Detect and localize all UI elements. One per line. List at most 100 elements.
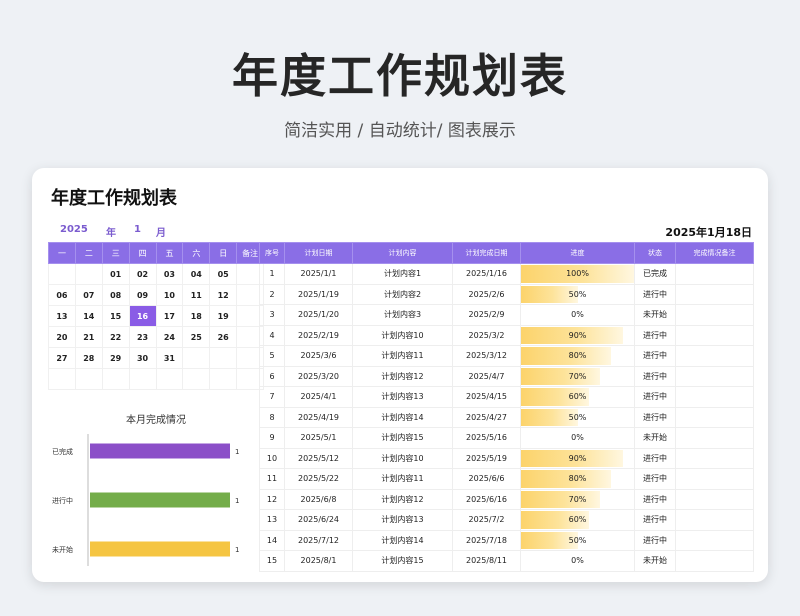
row-number[interactable]: 10 [259,447,285,469]
calendar-day-cell[interactable]: 30 [128,347,157,369]
plan-content[interactable]: 计划内容11 [352,345,453,367]
due-date[interactable]: 2025/4/27 [452,406,521,428]
plan-date[interactable]: 2025/5/22 [284,468,353,490]
row-number[interactable]: 12 [259,488,285,510]
plan-content[interactable]: 计划内容13 [352,386,453,408]
calendar-day-cell[interactable]: 22 [101,326,130,348]
progress-cell[interactable]: 100% [520,263,635,285]
due-date[interactable]: 2025/7/2 [452,509,521,531]
status-cell[interactable]: 进行中 [634,324,676,346]
plan-content[interactable]: 计划内容10 [352,447,453,469]
plan-date[interactable]: 2025/1/20 [284,304,353,326]
note-cell[interactable] [675,509,754,531]
status-cell[interactable]: 未开始 [634,304,676,326]
calendar-day-cell[interactable]: 31 [155,347,184,369]
progress-cell[interactable]: 0% [520,427,635,449]
status-cell[interactable]: 未开始 [634,550,676,572]
plan-date[interactable]: 2025/5/12 [284,447,353,469]
progress-cell[interactable]: 50% [520,529,635,551]
plan-content[interactable]: 计划内容10 [352,324,453,346]
calendar-day-cell[interactable]: 01 [101,263,130,285]
status-cell[interactable]: 进行中 [634,468,676,490]
progress-cell[interactable]: 60% [520,386,635,408]
note-cell[interactable] [675,550,754,572]
progress-cell[interactable]: 50% [520,406,635,428]
calendar-day-cell[interactable]: 17 [155,305,184,327]
note-cell[interactable] [675,468,754,490]
calendar-day-cell[interactable]: 13 [48,305,76,327]
row-number[interactable]: 8 [259,406,285,428]
plan-content[interactable]: 计划内容1 [352,263,453,285]
calendar-day-cell[interactable]: 02 [128,263,157,285]
plan-content[interactable]: 计划内容14 [352,406,453,428]
progress-cell[interactable]: 70% [520,365,635,387]
calendar-day-cell[interactable]: 11 [182,284,211,306]
plan-content[interactable]: 计划内容15 [352,550,453,572]
plan-date[interactable]: 2025/2/19 [284,324,353,346]
calendar-day-cell[interactable]: 26 [209,326,238,348]
progress-cell[interactable]: 90% [520,447,635,469]
plan-date[interactable]: 2025/4/1 [284,386,353,408]
plan-content[interactable]: 计划内容15 [352,427,453,449]
plan-content[interactable]: 计划内容3 [352,304,453,326]
calendar-day-cell[interactable]: 27 [48,347,76,369]
plan-date[interactable]: 2025/7/12 [284,529,353,551]
calendar-day-cell[interactable]: 15 [101,305,130,327]
plan-content[interactable]: 计划内容11 [352,468,453,490]
row-number[interactable]: 9 [259,427,285,449]
calendar-day-cell[interactable]: 19 [209,305,238,327]
row-number[interactable]: 3 [259,304,285,326]
calendar-day-cell[interactable]: 08 [101,284,130,306]
calendar-day-cell[interactable]: 09 [128,284,157,306]
due-date[interactable]: 2025/3/12 [452,345,521,367]
calendar-day-cell[interactable]: 24 [155,326,184,348]
plan-content[interactable]: 计划内容12 [352,488,453,510]
note-cell[interactable] [675,283,754,305]
calendar-day-cell[interactable]: 10 [155,284,184,306]
status-cell[interactable]: 进行中 [634,406,676,428]
due-date[interactable]: 2025/2/9 [452,304,521,326]
calendar-day-cell[interactable]: 25 [182,326,211,348]
plan-date[interactable]: 2025/3/20 [284,365,353,387]
progress-cell[interactable]: 0% [520,550,635,572]
note-cell[interactable] [675,324,754,346]
status-cell[interactable]: 未开始 [634,427,676,449]
calendar-day-cell[interactable]: 04 [182,263,211,285]
note-cell[interactable] [675,263,754,285]
progress-cell[interactable]: 50% [520,283,635,305]
status-cell[interactable]: 进行中 [634,386,676,408]
calendar-day-cell[interactable]: 18 [182,305,211,327]
progress-cell[interactable]: 70% [520,488,635,510]
calendar-day-cell[interactable]: 14 [74,305,103,327]
plan-content[interactable]: 计划内容12 [352,365,453,387]
plan-date[interactable]: 2025/6/24 [284,509,353,531]
calendar-day-cell[interactable]: 29 [101,347,130,369]
row-number[interactable]: 11 [259,468,285,490]
note-cell[interactable] [675,427,754,449]
row-number[interactable]: 2 [259,283,285,305]
year-value[interactable]: 2025 [60,224,88,235]
plan-date[interactable]: 2025/1/19 [284,283,353,305]
row-number[interactable]: 13 [259,509,285,531]
note-cell[interactable] [675,406,754,428]
note-cell[interactable] [675,365,754,387]
status-cell[interactable]: 进行中 [634,509,676,531]
calendar-day-cell[interactable]: 07 [74,284,103,306]
status-cell[interactable]: 进行中 [634,488,676,510]
progress-cell[interactable]: 90% [520,324,635,346]
plan-content[interactable]: 计划内容14 [352,529,453,551]
note-cell[interactable] [675,529,754,551]
status-cell[interactable]: 进行中 [634,365,676,387]
due-date[interactable]: 2025/8/11 [452,550,521,572]
plan-date[interactable]: 2025/1/1 [284,263,353,285]
note-cell[interactable] [675,345,754,367]
due-date[interactable]: 2025/3/2 [452,324,521,346]
calendar-day-cell[interactable]: 05 [209,263,238,285]
due-date[interactable]: 2025/5/19 [452,447,521,469]
status-cell[interactable]: 进行中 [634,447,676,469]
plan-date[interactable]: 2025/6/8 [284,488,353,510]
month-value[interactable]: 1 [134,224,141,235]
calendar-day-cell[interactable]: 06 [48,284,76,306]
note-cell[interactable] [675,488,754,510]
plan-content[interactable]: 计划内容13 [352,509,453,531]
